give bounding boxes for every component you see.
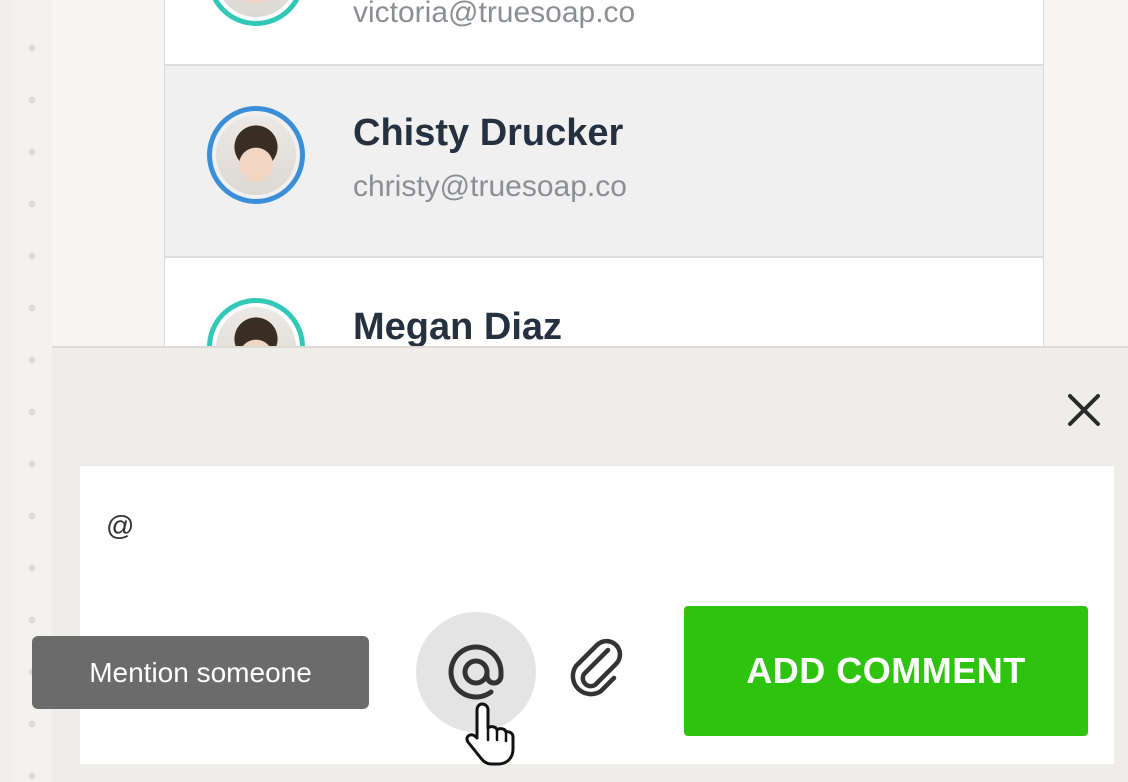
mention-email: christy@truesoap.co	[353, 170, 627, 203]
mention-email: victoria@truesoap.co	[353, 0, 636, 29]
close-icon[interactable]	[1064, 390, 1104, 430]
attach-button[interactable]	[562, 634, 632, 704]
hand-cursor-icon	[465, 702, 515, 766]
mention-tooltip: Mention someone	[32, 636, 369, 709]
mention-item[interactable]: Megan Diaz	[165, 258, 1043, 346]
avatar	[207, 298, 305, 346]
comment-text: @	[106, 510, 135, 541]
mention-suggestion-list: victoria@truesoap.co Chisty Drucker chri…	[164, 0, 1044, 346]
mention-item[interactable]: victoria@truesoap.co	[165, 0, 1043, 66]
mention-name: Megan Diaz	[353, 306, 563, 346]
avatar	[207, 106, 305, 204]
add-comment-button[interactable]: ADD COMMENT	[684, 606, 1088, 736]
at-sign-icon	[448, 644, 504, 700]
avatar	[207, 0, 305, 26]
paperclip-icon	[570, 638, 623, 697]
mention-item[interactable]: Chisty Drucker christy@truesoap.co	[165, 66, 1043, 258]
comment-input[interactable]: @ ADD COMMENT	[80, 466, 1114, 764]
comment-panel: @ ADD COMMENT	[52, 346, 1128, 782]
mention-name: Chisty Drucker	[353, 112, 624, 154]
